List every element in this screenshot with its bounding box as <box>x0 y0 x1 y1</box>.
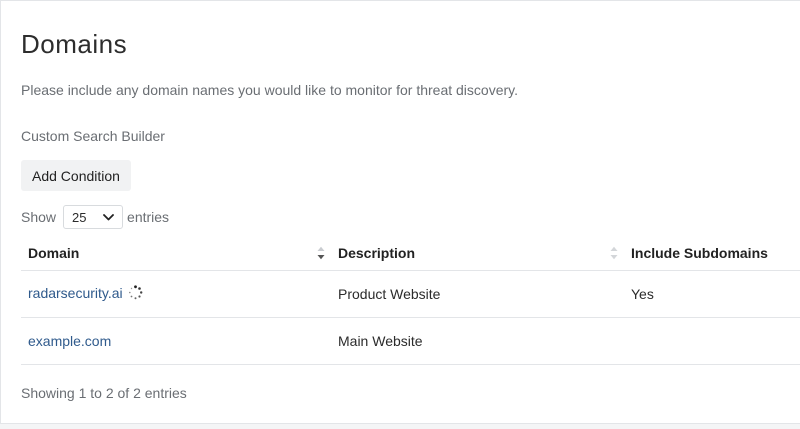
column-header-label: Include Subdomains <box>631 244 768 261</box>
include-subdomains-cell <box>624 317 800 365</box>
domains-table: Domain Description Include Subdomains ra… <box>21 235 800 365</box>
domain-cell: example.com <box>21 317 331 365</box>
column-header-domain[interactable]: Domain <box>21 235 331 271</box>
show-label: Show <box>21 209 57 225</box>
domain-cell: radarsecurity.ai <box>21 270 331 318</box>
column-header-description[interactable]: Description <box>331 235 624 271</box>
sort-both-icon <box>610 246 618 260</box>
table-info: Showing 1 to 2 of 2 entries <box>21 385 187 401</box>
column-header-label: Description <box>338 244 416 261</box>
add-condition-button[interactable]: Add Condition <box>21 160 131 191</box>
page-title: Domains <box>21 29 128 59</box>
table-row[interactable]: radarsecurity.ai Product Website Yes <box>21 270 800 318</box>
entries-length-control: Show 25 entries <box>21 205 169 229</box>
entries-select[interactable]: 25 <box>63 205 124 229</box>
include-subdomains-cell: Yes <box>624 270 800 318</box>
search-builder-label: Custom Search Builder <box>21 128 165 144</box>
entries-label: entries <box>127 209 170 225</box>
chevron-down-icon <box>103 213 114 221</box>
spinner-icon <box>128 285 143 303</box>
entries-select-value: 25 <box>72 209 87 225</box>
column-header-label: Domain <box>28 244 80 261</box>
page-description: Please include any domain names you woul… <box>21 82 518 98</box>
column-header-include-subdomains[interactable]: Include Subdomains <box>624 235 800 271</box>
domain-link[interactable]: example.com <box>28 333 111 349</box>
table-header-row: Domain Description Include Subdomains <box>21 235 800 271</box>
table-row[interactable]: example.com Main Website <box>21 317 800 365</box>
domains-panel: Domains Please include any domain names … <box>0 0 800 424</box>
domain-link[interactable]: radarsecurity.ai <box>28 285 123 301</box>
description-cell: Product Website <box>331 270 624 318</box>
sort-desc-icon <box>317 246 325 260</box>
description-cell: Main Website <box>331 317 624 365</box>
